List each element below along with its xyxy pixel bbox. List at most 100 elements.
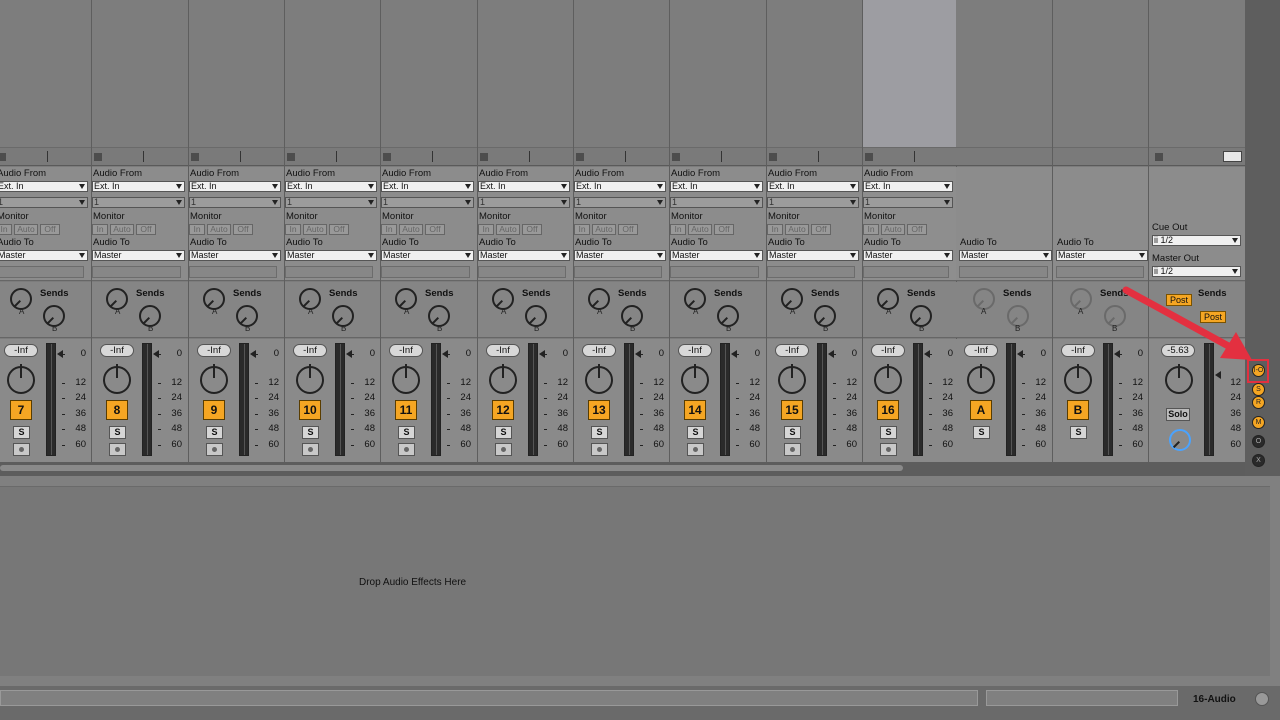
input-channel-chooser[interactable]: 1 xyxy=(285,197,377,208)
input-channel-chooser[interactable]: 1 xyxy=(0,197,88,208)
pan-knob[interactable] xyxy=(585,364,613,394)
pan-knob[interactable] xyxy=(103,364,131,394)
track-activator-button[interactable]: 7 xyxy=(10,400,32,420)
arm-button[interactable] xyxy=(687,443,704,456)
return-track-strip[interactable]: Audio To Master A B Sends -Inf A S 0 12 24 36 48 60 xyxy=(956,0,1053,462)
solo-button[interactable]: S xyxy=(109,426,126,439)
clip-slot-area[interactable] xyxy=(574,0,669,148)
solo-button[interactable]: S xyxy=(591,426,608,439)
cue-volume-knob[interactable] xyxy=(1169,429,1191,451)
input-channel-chooser[interactable]: 1 xyxy=(670,197,763,208)
input-type-chooser[interactable]: Ext. In xyxy=(189,181,281,192)
volume-value[interactable]: -Inf xyxy=(389,344,423,357)
pan-knob[interactable] xyxy=(296,364,324,394)
clip-slot-area[interactable] xyxy=(92,0,188,148)
pan-knob[interactable] xyxy=(200,364,228,394)
output-chooser[interactable]: Master xyxy=(189,250,281,261)
monitor-in-button[interactable]: In xyxy=(863,224,879,235)
monitor-auto-button[interactable]: Auto xyxy=(399,224,423,235)
audio-track-strip[interactable]: Audio From Ext. In 1 Monitor InAutoOff Audio … xyxy=(478,0,574,462)
pan-knob[interactable] xyxy=(778,364,806,394)
track-activator-button[interactable]: 16 xyxy=(877,400,899,420)
output-chooser[interactable]: Master xyxy=(92,250,185,261)
solo-button[interactable]: S xyxy=(687,426,704,439)
monitor-in-button[interactable]: In xyxy=(285,224,301,235)
solo-button[interactable]: S xyxy=(398,426,415,439)
output-chooser[interactable]: Master xyxy=(574,250,666,261)
audio-track-strip[interactable]: Audio From Ext. In 1 Monitor InAutoOff Audio … xyxy=(92,0,189,462)
session-record-icon[interactable] xyxy=(1223,151,1242,162)
arm-button[interactable] xyxy=(109,443,126,456)
clip-slot-area[interactable] xyxy=(670,0,766,148)
monitor-auto-button[interactable]: Auto xyxy=(496,224,520,235)
monitor-off-button[interactable]: Off xyxy=(618,224,638,235)
output-chooser[interactable]: Master xyxy=(863,250,953,261)
volume-value[interactable]: -Inf xyxy=(1061,344,1095,357)
clip-slot-area[interactable] xyxy=(767,0,862,148)
device-drop-area[interactable]: Drop Audio Effects Here xyxy=(0,486,1270,676)
input-type-chooser[interactable]: Ext. In xyxy=(92,181,185,192)
monitor-auto-button[interactable]: Auto xyxy=(110,224,134,235)
volume-value[interactable]: -Inf xyxy=(871,344,905,357)
monitor-off-button[interactable]: Off xyxy=(714,224,734,235)
arm-button[interactable] xyxy=(13,443,30,456)
stop-clips-button[interactable] xyxy=(865,153,873,161)
stop-clips-button[interactable] xyxy=(94,153,102,161)
monitor-off-button[interactable]: Off xyxy=(40,224,60,235)
arm-button[interactable] xyxy=(398,443,415,456)
pan-knob[interactable] xyxy=(1064,364,1092,394)
track-activator-button[interactable]: A xyxy=(970,400,992,420)
track-activator-button[interactable]: 8 xyxy=(106,400,128,420)
arm-button[interactable] xyxy=(495,443,512,456)
monitor-off-button[interactable]: Off xyxy=(136,224,156,235)
arm-button[interactable] xyxy=(302,443,319,456)
clip-slot-area[interactable] xyxy=(189,0,284,148)
solo-button[interactable]: S xyxy=(880,426,897,439)
track-activator-button[interactable]: 13 xyxy=(588,400,610,420)
track-activator-button[interactable]: 11 xyxy=(395,400,417,420)
master-out-chooser[interactable]: ii 1/2 xyxy=(1152,266,1241,277)
volume-value[interactable]: -Inf xyxy=(197,344,231,357)
monitor-auto-button[interactable]: Auto xyxy=(592,224,616,235)
monitor-in-button[interactable]: In xyxy=(92,224,108,235)
scrollbar-thumb[interactable] xyxy=(0,465,903,471)
audio-track-strip[interactable]: Audio From Ext. In 1 Monitor InAutoOff Audio … xyxy=(670,0,767,462)
output-chooser[interactable]: Master xyxy=(959,250,1052,261)
clip-slot-area[interactable] xyxy=(0,0,91,148)
stop-clips-button[interactable] xyxy=(769,153,777,161)
input-type-chooser[interactable]: Ext. In xyxy=(670,181,763,192)
track-activator-button[interactable]: B xyxy=(1067,400,1089,420)
sends-section-toggle-icon[interactable]: S xyxy=(1252,383,1265,396)
input-type-chooser[interactable]: Ext. In xyxy=(478,181,570,192)
clip-slot-area[interactable] xyxy=(1053,0,1148,148)
track-activator-button[interactable]: 12 xyxy=(492,400,514,420)
volume-value[interactable]: -Inf xyxy=(293,344,327,357)
crossfader-toggle-icon[interactable]: O xyxy=(1252,435,1265,448)
volume-value[interactable]: -Inf xyxy=(4,344,38,357)
input-channel-chooser[interactable]: 1 xyxy=(574,197,666,208)
arm-button[interactable] xyxy=(206,443,223,456)
audio-track-strip[interactable]: Audio From Ext. In 1 Monitor InAutoOff Audio … xyxy=(574,0,670,462)
monitor-auto-button[interactable]: Auto xyxy=(688,224,712,235)
monitor-off-button[interactable]: Off xyxy=(329,224,349,235)
input-channel-chooser[interactable]: 1 xyxy=(381,197,474,208)
monitor-in-button[interactable]: In xyxy=(670,224,686,235)
stop-clips-button[interactable] xyxy=(383,153,391,161)
clip-slot-area[interactable] xyxy=(478,0,573,148)
monitor-off-button[interactable]: Off xyxy=(811,224,831,235)
output-chooser[interactable]: Master xyxy=(670,250,763,261)
monitor-auto-button[interactable]: Auto xyxy=(303,224,327,235)
input-type-chooser[interactable]: Ext. In xyxy=(381,181,474,192)
output-chooser[interactable]: Master xyxy=(0,250,88,261)
pan-knob[interactable] xyxy=(967,364,995,394)
volume-value[interactable]: -Inf xyxy=(964,344,998,357)
input-channel-chooser[interactable]: 1 xyxy=(92,197,185,208)
solo-button[interactable]: S xyxy=(973,426,990,439)
monitor-off-button[interactable]: Off xyxy=(233,224,253,235)
solo-button[interactable]: S xyxy=(784,426,801,439)
input-channel-chooser[interactable]: 1 xyxy=(478,197,570,208)
audio-track-strip[interactable]: Audio From Ext. In 1 Monitor InAutoOff Audio … xyxy=(0,0,92,462)
pan-knob[interactable] xyxy=(489,364,517,394)
volume-value[interactable]: -Inf xyxy=(678,344,712,357)
input-type-chooser[interactable]: Ext. In xyxy=(0,181,88,192)
